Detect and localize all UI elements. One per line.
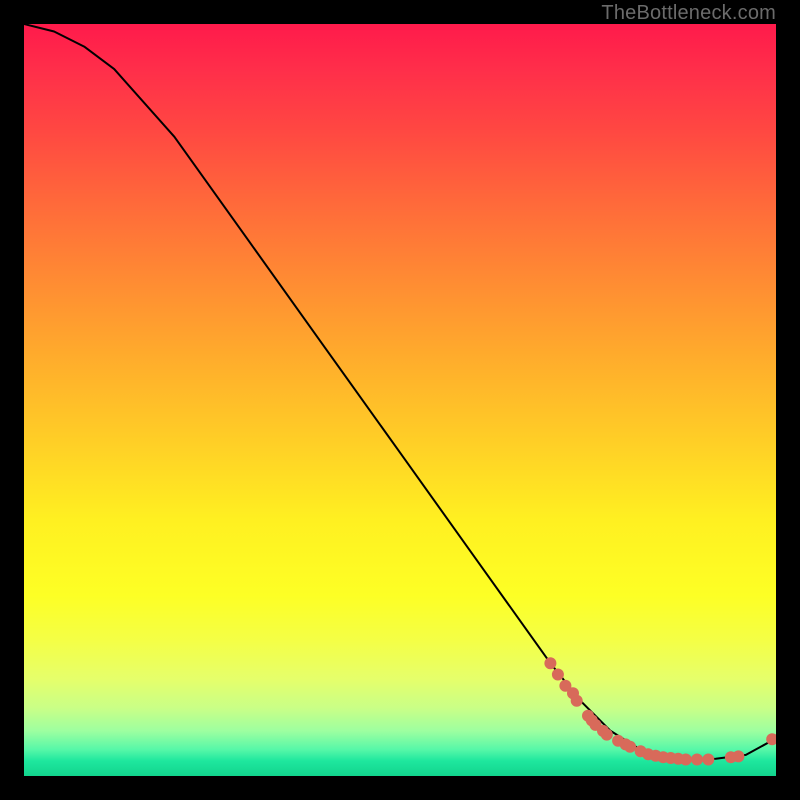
highlight-dot <box>702 754 714 766</box>
highlight-dot <box>552 669 564 681</box>
highlight-dot <box>624 741 636 753</box>
attribution-label: TheBottleneck.com <box>601 2 776 25</box>
highlight-dot <box>732 750 744 762</box>
highlight-dots <box>544 657 776 765</box>
chart-frame: TheBottleneck.com <box>0 0 800 800</box>
highlight-dot <box>691 754 703 766</box>
chart-svg <box>24 24 776 776</box>
highlight-dot <box>544 657 556 669</box>
plot-area <box>24 24 776 776</box>
bottleneck-curve <box>24 24 776 760</box>
highlight-dot <box>601 729 613 741</box>
highlight-dot <box>571 695 583 707</box>
highlight-dot <box>680 754 692 766</box>
